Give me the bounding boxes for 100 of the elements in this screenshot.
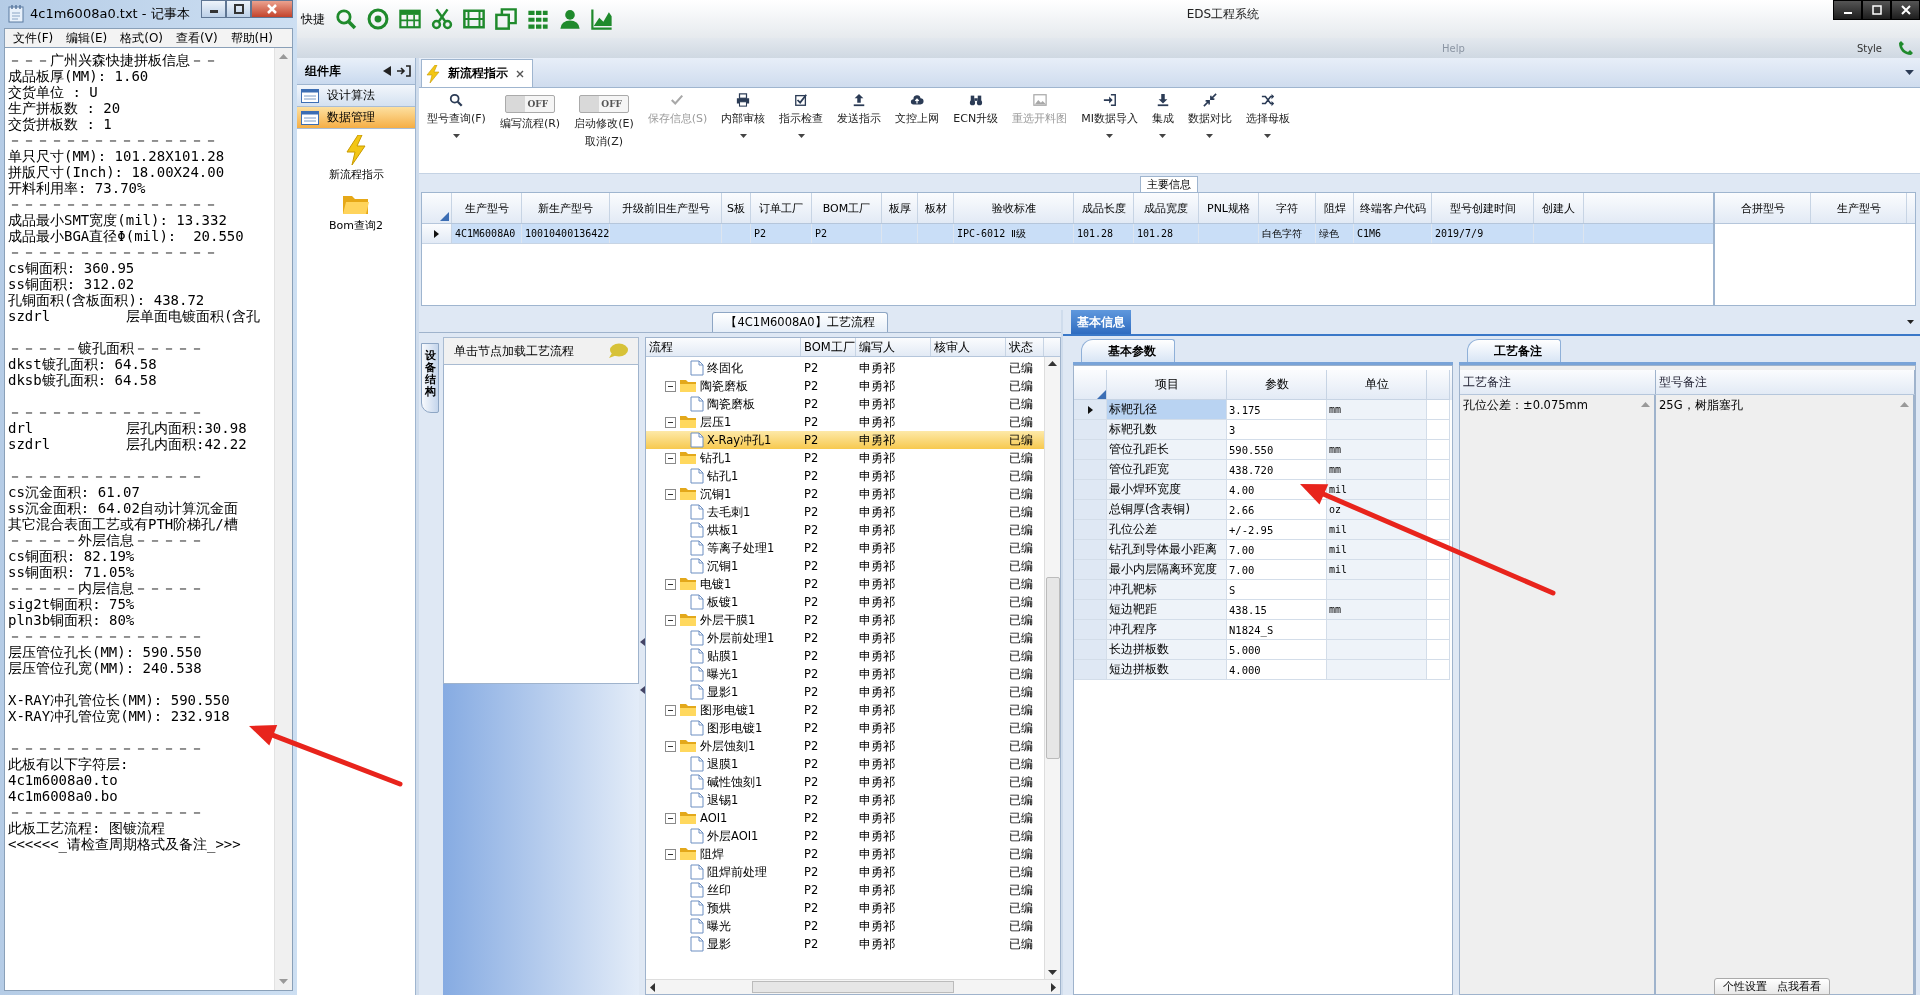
tree-row[interactable]: 外层AOI1 P2 申勇祁 已编	[646, 827, 1044, 845]
column-header[interactable]: 生产型号	[1811, 193, 1907, 223]
tree-node-label[interactable]: 外层前处理1	[707, 630, 775, 646]
table-row[interactable]: 4C1M6008A0 10010400136422 P2 P2 IPC-6012 Ⅱ级 101.28 101.28 白色字符 绿色 C1M6 2019/7/9	[422, 224, 1713, 244]
toolbar-icon[interactable]	[968, 93, 983, 107]
list-icon[interactable]	[301, 110, 319, 125]
tree-node-label[interactable]: X-Ray冲孔1	[707, 432, 772, 448]
column-header[interactable]: BOM工厂	[812, 193, 882, 223]
caret-icon[interactable]	[739, 134, 747, 138]
tree-row[interactable]: 沉铜1 P2 申勇祁 已编	[646, 485, 1044, 503]
scissors-icon[interactable]	[431, 8, 453, 30]
toolbar-icon[interactable]	[1102, 93, 1117, 107]
column-header[interactable]: 生产型号	[452, 193, 522, 223]
menu-item[interactable]: 编辑(E)	[66, 29, 108, 47]
tree-node-label[interactable]: 预烘	[707, 900, 731, 916]
maximize-button[interactable]	[226, 0, 251, 18]
scrollbar-thumb[interactable]	[752, 981, 954, 993]
tool-button[interactable]: Bom查询2	[329, 192, 383, 233]
sidebar-item[interactable]: 数据管理	[297, 107, 415, 129]
collapse-toggle[interactable]	[665, 488, 676, 500]
column-header[interactable]: 板材	[918, 193, 954, 223]
collapse-toggle[interactable]	[665, 812, 676, 824]
scrollbar-thumb[interactable]	[1045, 577, 1060, 759]
toolbar-button[interactable]: ECN升级	[953, 111, 999, 126]
table-row[interactable]: 冲孔程序 N1824_S	[1074, 620, 1452, 640]
table-row[interactable]: 长边拼板数 5.000	[1074, 640, 1452, 660]
table-row[interactable]: 最小内层隔离环宽度 7.00 mil	[1074, 560, 1452, 580]
tree-node-label[interactable]: 曝光1	[707, 666, 739, 682]
caret-icon[interactable]	[1264, 134, 1272, 138]
close-icon[interactable]	[516, 69, 524, 78]
tree-node-label[interactable]: 图形电镀1	[700, 702, 756, 718]
menu-item[interactable]: 文件(F)	[13, 29, 54, 47]
tree-row[interactable]: 外层前处理1 P2 申勇祁 已编	[646, 629, 1044, 647]
toolbar-icon[interactable]	[1155, 93, 1170, 107]
tree-node-label[interactable]: 碱性蚀刻1	[707, 774, 763, 790]
caret-icon[interactable]	[1907, 320, 1914, 324]
toggle-switch[interactable]: OFF	[505, 95, 556, 113]
column-header[interactable]: 成品长度	[1074, 193, 1134, 223]
tree-node-label[interactable]: 陶瓷磨板	[707, 396, 755, 412]
column-header[interactable]: 验收标准	[954, 193, 1074, 223]
caret-icon[interactable]	[452, 134, 460, 138]
table-row[interactable]: 管位孔距宽 438.720 mm	[1074, 460, 1452, 480]
close-button[interactable]	[1891, 0, 1920, 20]
table-row[interactable]: 冲孔靶标 S	[1074, 580, 1452, 600]
tree-row[interactable]: 显影 P2 申勇祁 已编	[646, 935, 1044, 953]
panel-tab[interactable]: 基本参数	[1081, 339, 1175, 362]
column-header[interactable]: 升级前旧生产型号	[610, 193, 722, 223]
collapse-icon[interactable]	[383, 66, 391, 76]
tree-row[interactable]: 贴膜1 P2 申勇祁 已编	[646, 647, 1044, 665]
film-icon[interactable]	[463, 8, 485, 30]
collapse-toggle[interactable]	[665, 578, 676, 590]
tree-row[interactable]: 等离子处理1 P2 申勇祁 已编	[646, 539, 1044, 557]
tree-node-label[interactable]: 等离子处理1	[707, 540, 775, 556]
tree-row[interactable]: 阻焊 P2 申勇祁 已编	[646, 845, 1044, 863]
column-header[interactable]: PNL规格	[1199, 193, 1259, 223]
scroll-right-icon[interactable]	[1051, 982, 1056, 992]
toolbar-icon[interactable]	[449, 93, 464, 107]
sidebar-item[interactable]: 设计算法	[297, 85, 415, 107]
tree-row[interactable]: 显影1 P2 申勇祁 已编	[646, 683, 1044, 701]
table-row[interactable]: 标靶孔径 3.175 mm	[1074, 400, 1452, 420]
tree-row[interactable]: 烘板1 P2 申勇祁 已编	[646, 521, 1044, 539]
tree-row[interactable]: 钻孔1 P2 申勇祁 已编	[646, 449, 1044, 467]
table-row[interactable]: 管位孔距长 590.550 mm	[1074, 440, 1452, 460]
tree-row[interactable]: 阻焊前处理 P2 申勇祁 已编	[646, 863, 1044, 881]
table-row[interactable]: 孔位公差 +/-2.95 mil	[1074, 520, 1452, 540]
scroll-down-icon[interactable]	[1048, 970, 1057, 975]
toolbar-icon[interactable]	[736, 93, 751, 107]
tree-node-label[interactable]: 外层AOI1	[707, 828, 759, 844]
chart-icon[interactable]	[591, 8, 613, 30]
tree-node-label[interactable]: 阻焊	[700, 846, 724, 862]
tree-node-label[interactable]: 贴膜1	[707, 648, 739, 664]
tree-node-label[interactable]: 终固化	[707, 360, 743, 376]
collapse-toggle[interactable]	[665, 614, 676, 626]
person-icon[interactable]	[559, 8, 581, 30]
tree-row[interactable]: 板镀1 P2 申勇祁 已编	[646, 593, 1044, 611]
column-header[interactable]: 终端客户代码	[1354, 193, 1432, 223]
table-row[interactable]: 总铜厚(含表铜) 2.66 oz	[1074, 500, 1452, 520]
tree-node-label[interactable]: 退锡1	[707, 792, 739, 808]
caret-icon[interactable]	[1206, 134, 1214, 138]
tree-row[interactable]: 陶瓷磨板 P2 申勇祁 已编	[646, 377, 1044, 395]
tree-row[interactable]: 预烘 P2 申勇祁 已编	[646, 899, 1044, 917]
tree-row[interactable]: X-Ray冲孔1 P2 申勇祁 已编	[646, 431, 1044, 449]
column-header[interactable]: 合拼型号	[1715, 193, 1811, 223]
tree-row[interactable]: 曝光 P2 申勇祁 已编	[646, 917, 1044, 935]
tree-row[interactable]: 陶瓷磨板 P2 申勇祁 已编	[646, 395, 1044, 413]
toolbar-button[interactable]: 文控上网	[895, 111, 940, 126]
toolbar-button[interactable]: 集成	[1151, 111, 1174, 126]
collapse-toggle[interactable]	[665, 452, 676, 464]
grid-icon[interactable]	[527, 8, 549, 30]
column-header[interactable]: 流程	[646, 338, 801, 356]
column-header[interactable]: 核审人	[931, 338, 1006, 356]
tree-node-label[interactable]: 曝光	[707, 918, 731, 934]
minimize-button[interactable]	[1833, 0, 1862, 20]
toolbar-icon[interactable]	[852, 93, 867, 107]
menu-item[interactable]: 格式(O)	[120, 29, 164, 47]
copy-icon[interactable]	[495, 8, 517, 30]
tree-node-label[interactable]: 烘板1	[707, 522, 739, 538]
tree-node-label[interactable]: 沉铜1	[700, 486, 732, 502]
tree-node-label[interactable]: 板镀1	[707, 594, 739, 610]
tree-node-label[interactable]: 退膜1	[707, 756, 739, 772]
